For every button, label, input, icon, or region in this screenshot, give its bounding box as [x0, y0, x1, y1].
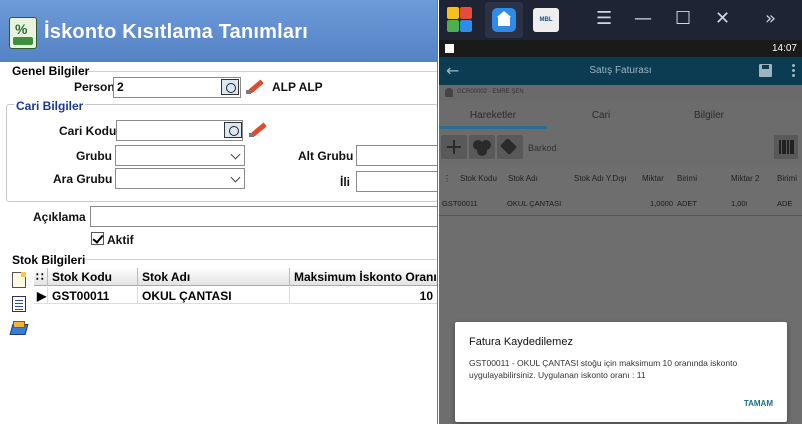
- coins-icon[interactable]: [469, 135, 495, 159]
- app-title: Satış Faturası: [589, 65, 652, 76]
- barcode-input[interactable]: Barkod: [528, 143, 557, 153]
- app-bar: ← Satış Faturası: [439, 57, 802, 85]
- add-plus-icon[interactable]: [441, 135, 467, 159]
- active-label: Aktif: [107, 233, 134, 247]
- grid-header-stock-code[interactable]: Stok Kodu: [48, 268, 138, 286]
- android-status-bar: 14:07: [439, 40, 802, 57]
- grid-cell-stock-name[interactable]: OKUL ÇANTASI: [138, 287, 290, 304]
- user-line: GCR00002 - EMRE ŞEN: [439, 85, 802, 101]
- mcell-qty[interactable]: 1,0000: [639, 191, 673, 215]
- stock-grid: ∷ Stok Kodu Stok Adı Maksimum İskonto Or…: [34, 268, 437, 424]
- app-toolbar: Barkod: [439, 129, 802, 167]
- city-input[interactable]: [356, 171, 437, 192]
- mcell-stock-code[interactable]: GST00011: [442, 191, 486, 215]
- grid-cell-max-discount[interactable]: 10: [290, 287, 437, 304]
- discount-restriction-window: % İskonto Kısıtlama Tanımları Genel Bilg…: [0, 0, 438, 424]
- grid-row-header-corner: ∷: [34, 268, 48, 286]
- user-icon: [445, 88, 453, 97]
- section-divider: [85, 259, 437, 260]
- android-emulator-window: MBL ☰ — ☐ ✕ » 14:07 ← Satış Faturası GCR…: [439, 0, 802, 424]
- group-dropdown[interactable]: [115, 145, 245, 166]
- table-drag-handle-icon: ⋮: [443, 174, 451, 183]
- grid-cell-stock-code[interactable]: GST00011: [48, 287, 138, 304]
- active-checkbox[interactable]: [91, 232, 104, 245]
- mheader-stock-code: Stok Kodu: [460, 174, 497, 183]
- notification-icon: [445, 44, 454, 53]
- tab-hareketler[interactable]: Hareketler: [439, 101, 547, 129]
- mid-group-label: Ara Grubu: [53, 172, 113, 186]
- row-divider: [439, 215, 802, 216]
- chevron-down-icon: [230, 172, 241, 183]
- section-general-label: Genel Bilgiler: [12, 64, 90, 78]
- customer-code-edit-pencil-icon[interactable]: [249, 121, 267, 137]
- sub-group-label: Alt Grubu: [298, 149, 354, 163]
- emulator-top-bar: MBL ☰ — ☐ ✕ »: [439, 0, 802, 40]
- close-icon[interactable]: ✕: [715, 10, 730, 28]
- mheader-stock-name: Stok Adı: [508, 174, 538, 183]
- mheader-unit2: Birimi: [777, 174, 797, 183]
- group-label: Grubu: [76, 149, 112, 163]
- personnel-name: ALP ALP: [272, 80, 323, 94]
- sales-invoice-app: ← Satış Faturası GCR00002 - EMRE ŞEN Har…: [439, 57, 802, 424]
- emulator-tab-home[interactable]: [485, 2, 523, 38]
- tag-icon[interactable]: [497, 135, 523, 159]
- mheader-qty: Miktar: [642, 174, 664, 183]
- sub-group-input[interactable]: [356, 145, 437, 166]
- chevron-down-icon: [230, 149, 241, 160]
- mcell-stock-name[interactable]: OKUL ÇANTASI: [507, 191, 569, 215]
- invoice-error-dialog: Fatura Kaydedilemez GST00011 - OKUL ÇANT…: [455, 322, 787, 422]
- mcell-unit2[interactable]: ADE: [777, 191, 802, 215]
- tab-cari[interactable]: Cari: [547, 101, 655, 129]
- section-stock-label: Stok Bilgileri: [12, 253, 86, 267]
- home-icon: [492, 8, 516, 32]
- expand-sidebar-icon[interactable]: »: [765, 10, 776, 28]
- status-time: 14:07: [771, 43, 797, 54]
- personnel-edit-pencil-icon[interactable]: [246, 78, 264, 94]
- discount-percent-icon: %: [9, 17, 37, 49]
- more-options-icon[interactable]: [792, 62, 796, 80]
- emulator-tab-logo[interactable]: [441, 2, 479, 38]
- minimize-icon[interactable]: —: [634, 10, 652, 28]
- description-input[interactable]: [90, 206, 437, 227]
- dialog-message: GST00011 - OKUL ÇANTASI stoğu için maksi…: [469, 358, 738, 380]
- new-document-icon[interactable]: [12, 272, 26, 288]
- description-label: Açıklama: [33, 210, 86, 224]
- maximize-icon[interactable]: ☐: [675, 10, 691, 28]
- dialog-title: Fatura Kaydedilemez: [469, 336, 573, 348]
- section-divider: [88, 71, 437, 72]
- row-pointer-icon: ▶: [34, 287, 48, 304]
- window-title-bar: % İskonto Kısıtlama Tanımları: [0, 0, 437, 62]
- mcell-qty2[interactable]: 1,000: [731, 191, 747, 215]
- mheader-unit: Birimi: [677, 174, 697, 183]
- barcode-scan-icon[interactable]: [774, 135, 798, 159]
- bluestacks-logo-icon: [447, 7, 473, 33]
- emulator-tab-mbl[interactable]: MBL: [527, 2, 565, 38]
- grid-header-max-discount[interactable]: Maksimum İskonto Oranı: [290, 268, 437, 286]
- customer-code-picker-icon[interactable]: [224, 122, 242, 138]
- city-label: İli: [340, 175, 351, 189]
- mcell-unit[interactable]: ADET: [677, 191, 725, 215]
- dialog-ok-button[interactable]: TAMAM: [744, 399, 773, 408]
- hamburger-menu-icon[interactable]: ☰: [596, 10, 612, 28]
- user-line-text: GCR00002 - EMRE ŞEN: [457, 89, 524, 95]
- mheader-stock-name-foreign: Stok Adı Y.Dışı: [574, 174, 627, 183]
- app-tabs: Hareketler Cari Bilgiler: [439, 101, 802, 129]
- tab-bilgiler[interactable]: Bilgiler: [655, 101, 763, 129]
- personnel-picker-icon[interactable]: [221, 79, 239, 95]
- window-title: İskonto Kısıtlama Tanımları: [44, 21, 308, 43]
- grid-header-stock-name[interactable]: Stok Adı: [138, 268, 290, 286]
- save-icon[interactable]: [759, 64, 772, 77]
- customer-code-label: Cari Kodu: [59, 124, 117, 138]
- mbl-app-icon: MBL: [533, 8, 559, 32]
- mheader-qty2: Miktar 2: [731, 174, 760, 183]
- books-icon[interactable]: [11, 320, 25, 336]
- section-customer-label: Cari Bilgiler: [14, 99, 86, 113]
- mid-group-dropdown[interactable]: [115, 168, 245, 189]
- list-icon[interactable]: [12, 296, 26, 312]
